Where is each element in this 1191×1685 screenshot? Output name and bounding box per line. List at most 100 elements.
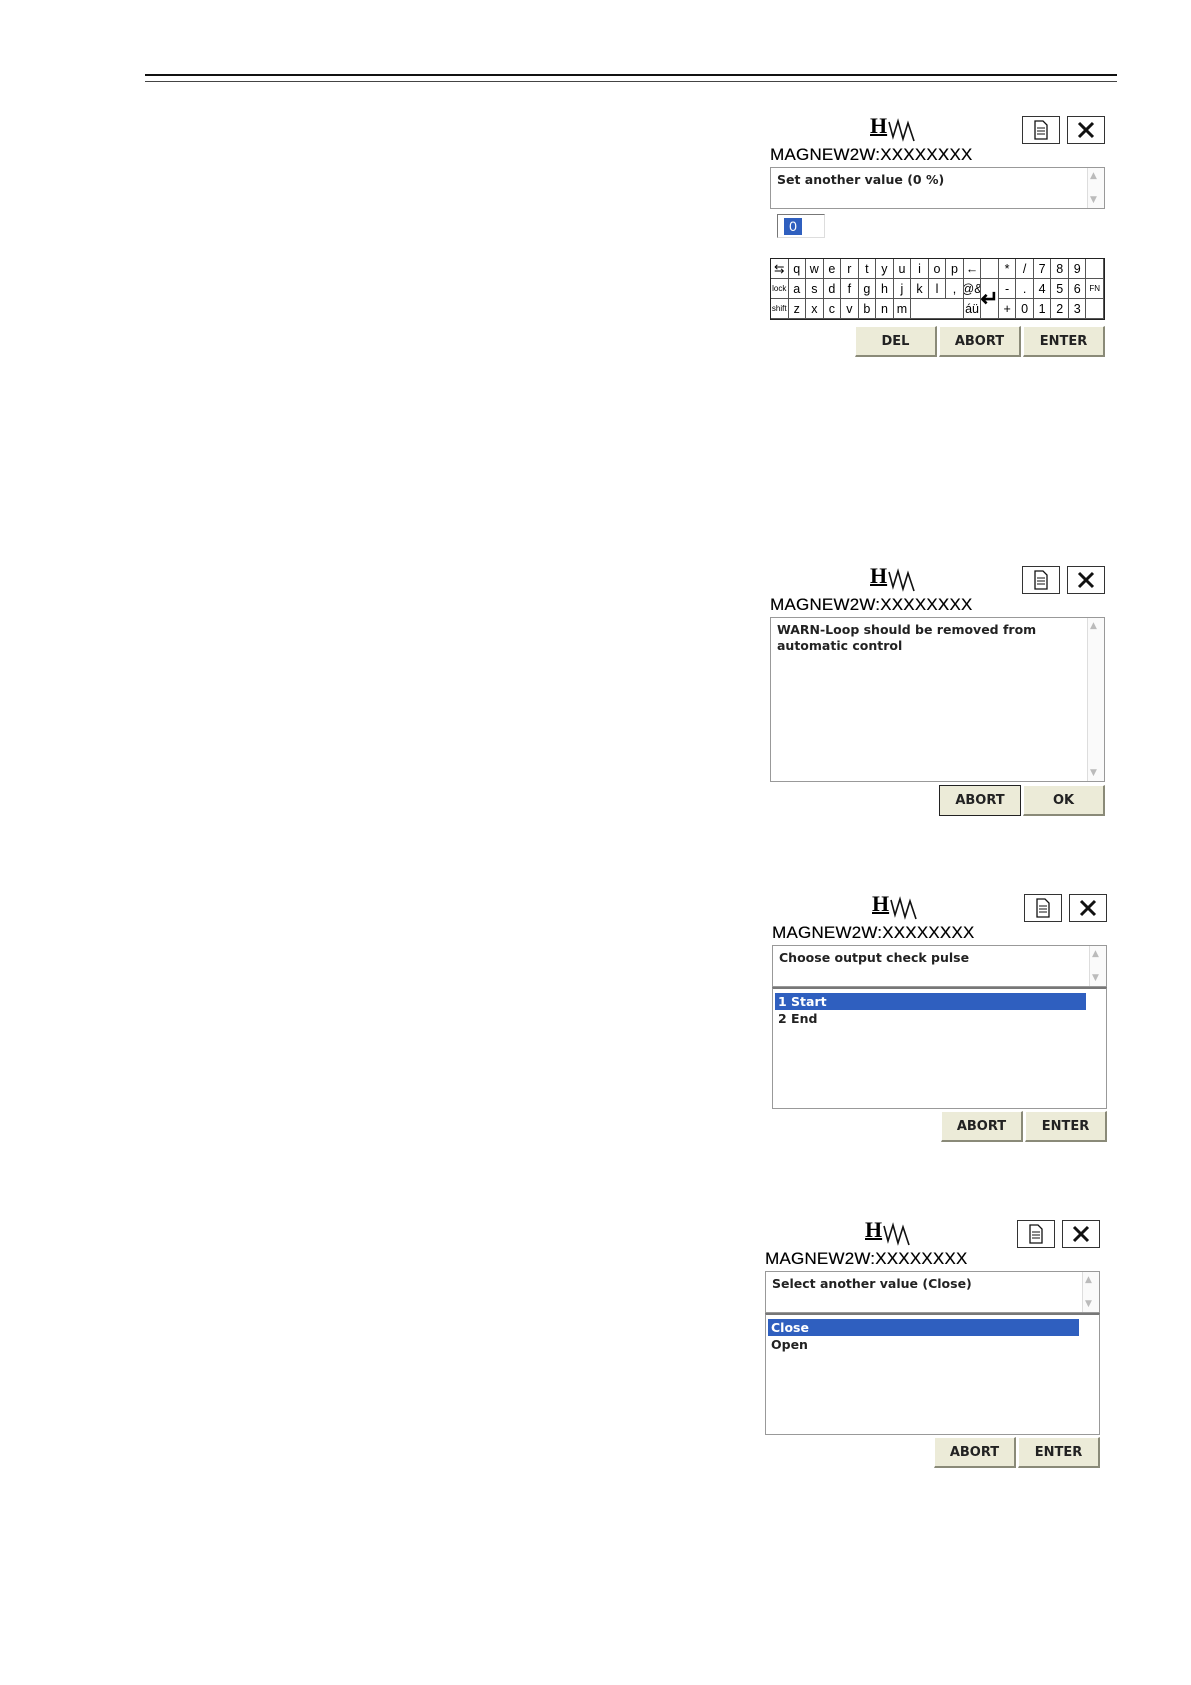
close-button[interactable] (1067, 116, 1105, 144)
key-blank[interactable] (1086, 299, 1104, 319)
key[interactable]: 4 (1033, 279, 1052, 299)
key[interactable]: , (946, 279, 964, 299)
scroll-down-icon[interactable]: ▼ (1090, 768, 1097, 778)
close-icon (1077, 121, 1095, 139)
enter-button[interactable]: ENTER (1023, 326, 1105, 357)
abort-button[interactable]: ABORT (934, 1437, 1016, 1468)
wave-icon (888, 568, 915, 592)
key[interactable]: 5 (1051, 279, 1069, 299)
scroll-down-icon[interactable]: ▼ (1092, 973, 1099, 983)
key[interactable]: a (788, 279, 807, 299)
close-button[interactable] (1069, 894, 1107, 922)
header-rule-thin (145, 81, 1117, 82)
key-tab[interactable]: ⇆ (771, 259, 789, 279)
list-item[interactable]: 2 End (775, 1010, 1086, 1027)
key[interactable]: w (806, 259, 824, 279)
scroll-up-icon[interactable]: ▲ (1090, 621, 1097, 631)
document-button[interactable] (1022, 566, 1060, 594)
key[interactable]: i (911, 259, 929, 279)
key[interactable]: l (928, 279, 947, 299)
key[interactable]: h (876, 279, 894, 299)
abort-button[interactable]: ABORT (939, 785, 1021, 816)
key[interactable]: m (893, 299, 912, 319)
key-lock[interactable]: lock (771, 279, 789, 299)
prompt-scrollbar[interactable]: ▲ ▼ (1089, 946, 1106, 986)
key[interactable]: e (823, 259, 842, 279)
list-item[interactable]: 1 Start (775, 993, 1086, 1010)
abort-button[interactable]: ABORT (941, 1111, 1023, 1142)
device-tag: MAGNEW2W:XXXXXXXX (772, 923, 975, 942)
key[interactable]: / (1016, 259, 1034, 279)
key[interactable]: u (893, 259, 912, 279)
key[interactable]: 7 (1033, 259, 1052, 279)
key[interactable]: * (998, 259, 1017, 279)
value-input[interactable]: 0 (777, 214, 825, 238)
key[interactable]: s (806, 279, 824, 299)
scroll-down-icon[interactable]: ▼ (1085, 1299, 1092, 1309)
scroll-up-icon[interactable]: ▲ (1085, 1275, 1092, 1285)
list-item[interactable]: Close (768, 1319, 1079, 1336)
key[interactable]: - (998, 279, 1017, 299)
prompt-scrollbar[interactable]: ▲ ▼ (1082, 1272, 1099, 1312)
warning-message: WARN-Loop should be removed from automat… (777, 622, 1037, 653)
document-button[interactable] (1024, 894, 1062, 922)
del-button[interactable]: DEL (855, 326, 937, 357)
key-accents[interactable]: áü (963, 299, 982, 319)
key[interactable]: 6 (1068, 279, 1087, 299)
document-button[interactable] (1022, 116, 1060, 144)
key-shift[interactable]: shift (771, 299, 789, 319)
key[interactable]: z (788, 299, 807, 319)
key[interactable]: n (876, 299, 894, 319)
key[interactable]: 8 (1051, 259, 1069, 279)
key[interactable]: c (823, 299, 842, 319)
key-blank[interactable] (1086, 259, 1104, 279)
close-icon (1072, 1225, 1090, 1243)
key[interactable]: v (841, 299, 859, 319)
prompt-box: Choose output check pulse ▲ ▼ (772, 945, 1107, 987)
close-button[interactable] (1062, 1220, 1100, 1248)
key-symbols[interactable]: @& (963, 279, 982, 299)
key[interactable]: t (858, 259, 877, 279)
option-list: Close Open (765, 1313, 1100, 1435)
key[interactable]: f (841, 279, 859, 299)
document-icon (1034, 120, 1048, 140)
key[interactable]: 3 (1068, 299, 1087, 319)
scroll-up-icon[interactable]: ▲ (1090, 171, 1097, 181)
key-enter[interactable]: ↵ (981, 279, 999, 319)
abort-button[interactable]: ABORT (939, 326, 1021, 357)
key[interactable]: y (876, 259, 894, 279)
list-item[interactable]: Open (768, 1336, 1079, 1353)
key[interactable]: o (928, 259, 947, 279)
enter-button[interactable]: ENTER (1018, 1437, 1100, 1468)
key[interactable]: g (858, 279, 877, 299)
message-scrollbar[interactable]: ▲ ▼ (1087, 618, 1104, 781)
document-icon (1036, 898, 1050, 918)
key[interactable]: 1 (1033, 299, 1052, 319)
key[interactable]: x (806, 299, 824, 319)
key-backspace[interactable]: ← (963, 259, 982, 279)
ok-button[interactable]: OK (1023, 785, 1105, 816)
document-button[interactable] (1017, 1220, 1055, 1248)
key[interactable]: . (1016, 279, 1034, 299)
device-tag: MAGNEW2W:XXXXXXXX (765, 1249, 968, 1268)
key[interactable]: p (946, 259, 964, 279)
key[interactable]: + (998, 299, 1017, 319)
key[interactable]: 9 (1068, 259, 1087, 279)
key[interactable]: b (858, 299, 877, 319)
key-blank[interactable] (981, 259, 999, 279)
key[interactable]: j (893, 279, 912, 299)
scroll-down-icon[interactable]: ▼ (1090, 195, 1097, 205)
key[interactable]: q (788, 259, 807, 279)
key[interactable]: 2 (1051, 299, 1069, 319)
key[interactable]: r (841, 259, 859, 279)
key-space[interactable] (911, 299, 964, 319)
select-value-screen: H MAGNEW2W:XXXXXXXX Select another value… (765, 1219, 1100, 1471)
enter-button[interactable]: ENTER (1025, 1111, 1107, 1142)
key[interactable]: 0 (1016, 299, 1034, 319)
close-button[interactable] (1067, 566, 1105, 594)
key[interactable]: k (911, 279, 929, 299)
prompt-scrollbar[interactable]: ▲ ▼ (1087, 168, 1104, 208)
key-fn[interactable]: FN (1086, 279, 1104, 299)
scroll-up-icon[interactable]: ▲ (1092, 949, 1099, 959)
key[interactable]: d (823, 279, 842, 299)
